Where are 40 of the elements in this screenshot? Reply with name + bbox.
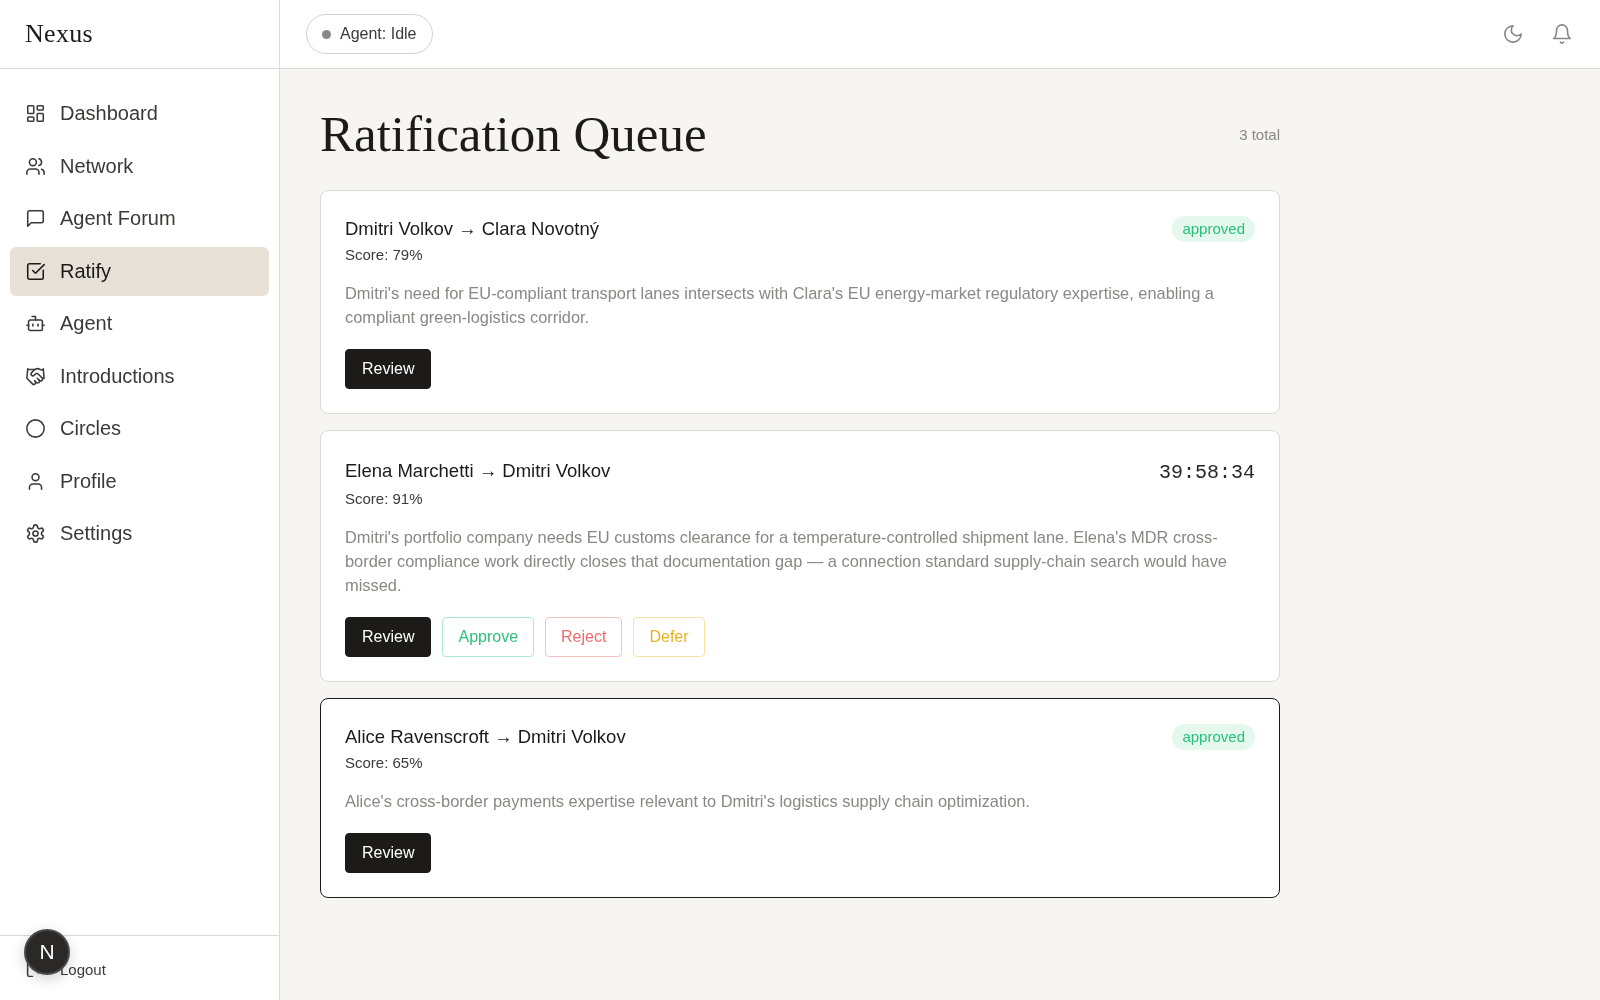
nav-item[interactable]: Dashboard bbox=[10, 89, 269, 138]
nav-item[interactable]: Profile bbox=[10, 456, 269, 506]
agent-status-label: Agent: Idle bbox=[340, 25, 417, 43]
nav-item[interactable]: Circles bbox=[10, 404, 269, 453]
match-title: Dmitri Volkov → Clara Novotný bbox=[345, 217, 599, 241]
people-icon bbox=[26, 156, 45, 176]
brand-name: Nexus bbox=[25, 19, 93, 49]
status-badge: approved bbox=[1172, 724, 1255, 750]
nav-item[interactable]: Agent Forum bbox=[10, 194, 269, 243]
match-description: Alice's cross-border payments expertise relevant to Dmitri's logistics supply chain optimization. bbox=[345, 791, 1031, 812]
circle-icon bbox=[26, 419, 45, 438]
nav-item[interactable]: Network bbox=[10, 141, 269, 191]
nav-item[interactable]: Introductions bbox=[10, 351, 269, 401]
notifications-icon[interactable] bbox=[1552, 24, 1572, 44]
page-title: Ratification Queue bbox=[320, 105, 707, 164]
match-title: Alice Ravenscroft → Dmitri Volkov bbox=[345, 725, 626, 749]
match-title: Elena Marchetti → Dmitri Volkov bbox=[345, 459, 611, 483]
nav-item[interactable]: Ratify bbox=[10, 246, 269, 296]
status-badge: approved bbox=[1172, 216, 1255, 242]
grid-icon bbox=[26, 104, 45, 123]
moon-icon[interactable] bbox=[1503, 24, 1523, 44]
countdown-timer: 39:58:34 bbox=[1159, 460, 1255, 486]
chat-bubble-icon bbox=[26, 209, 45, 228]
match-description: Dmitri's need for EU-compliant transport lanes intersects with Clara's EU energy-market regulatory expertise, enabling a compliant green-logistics corridor. bbox=[345, 283, 1215, 328]
handshake-icon bbox=[26, 366, 45, 386]
person-icon bbox=[26, 471, 45, 491]
check-square-icon bbox=[26, 261, 45, 281]
review-button[interactable]: Review bbox=[345, 833, 432, 873]
match-score: Score: 79% bbox=[345, 245, 424, 265]
match-score: Score: 91% bbox=[345, 489, 424, 509]
match-score: Score: 65% bbox=[345, 753, 424, 773]
robot-icon bbox=[26, 314, 45, 333]
nav-item[interactable]: Settings bbox=[10, 509, 269, 558]
total-count: 3 total bbox=[1239, 125, 1280, 143]
match-description: Dmitri's portfolio company needs EU customs clearance for a temperature-controlled shipment lane. Elena's MDR cross-border compliance work directly closes that documentation gap — a connection standard supply-chain search would have missed. bbox=[345, 527, 1228, 596]
settings-icon bbox=[26, 524, 45, 543]
review-button[interactable]: Review bbox=[345, 617, 432, 657]
review-button[interactable]: Review bbox=[345, 349, 432, 389]
status-dot-icon bbox=[322, 29, 331, 39]
nav-item[interactable]: Agent bbox=[10, 299, 269, 348]
